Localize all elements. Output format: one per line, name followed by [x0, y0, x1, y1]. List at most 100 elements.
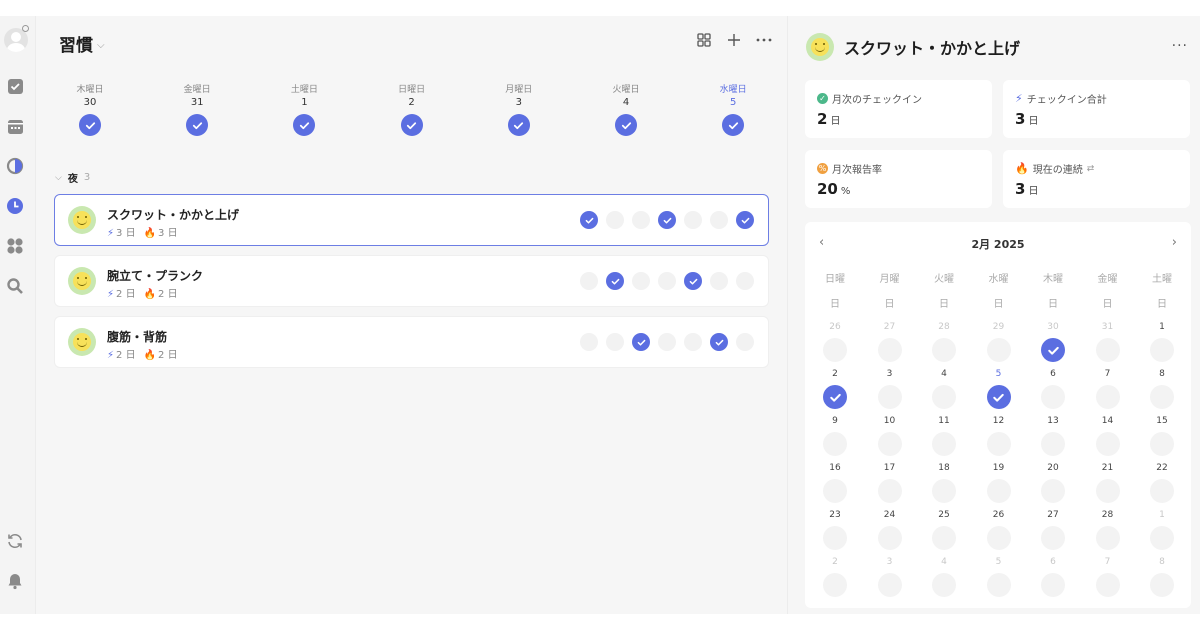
chevron-right-icon[interactable]: › — [1172, 235, 1177, 250]
more-icon[interactable]: ··· — [1172, 38, 1188, 54]
calendar-day[interactable]: 26 — [815, 322, 855, 362]
swap-icon[interactable]: ⇄ — [1087, 164, 1095, 174]
bell-icon[interactable] — [5, 571, 25, 591]
calendar-day[interactable]: 1 — [1142, 322, 1182, 362]
calendar-day[interactable]: 4 — [924, 369, 964, 409]
calendar-day[interactable]: 31 — [1088, 322, 1128, 362]
habit-day-toggle[interactable] — [658, 272, 676, 290]
calendar-day[interactable]: 26 — [979, 510, 1019, 550]
section-header-night[interactable]: ⌵ 夜 3 — [55, 170, 90, 185]
calendar-day-circle — [1095, 385, 1120, 409]
calendar-day[interactable]: 4 — [924, 557, 964, 597]
calendar-day[interactable]: 27 — [870, 322, 910, 362]
search-icon[interactable] — [5, 276, 25, 296]
page-header[interactable]: 習慣 ⌵ — [59, 31, 105, 56]
sync-icon[interactable] — [5, 531, 25, 551]
calendar-day[interactable]: 17 — [870, 463, 910, 503]
calendar-day[interactable]: 27 — [1033, 510, 1073, 550]
day-checkin-icon[interactable] — [79, 114, 101, 136]
habit-day-toggle[interactable] — [710, 211, 728, 229]
calendar-day-circle — [877, 385, 902, 409]
habit-day-toggle[interactable] — [736, 333, 754, 351]
habit-day-toggle[interactable] — [684, 211, 702, 229]
week-day[interactable]: 木曜日 30 — [60, 82, 120, 136]
habit-day-toggle[interactable] — [580, 333, 598, 351]
day-checkin-icon[interactable] — [186, 114, 209, 136]
habit-day-toggle[interactable] — [580, 272, 598, 290]
habit-day-toggle[interactable] — [736, 272, 754, 290]
pomodoro-icon[interactable] — [5, 156, 25, 176]
calendar-icon[interactable] — [5, 116, 25, 136]
calendar-day[interactable]: 8 — [1142, 557, 1182, 597]
calendar-day[interactable]: 14 — [1088, 416, 1128, 456]
calendar-day[interactable]: 19 — [979, 463, 1019, 503]
week-day[interactable]: 火曜日 4 — [596, 82, 656, 136]
habit-day-toggle[interactable] — [632, 211, 650, 229]
calendar-day[interactable]: 30 — [1033, 322, 1073, 362]
habit-day-toggle[interactable] — [736, 211, 754, 229]
apps-grid-icon[interactable] — [5, 236, 25, 256]
calendar-day[interactable]: 9 — [815, 416, 855, 456]
calendar-day-circle — [1041, 385, 1065, 409]
habit-day-toggle[interactable] — [606, 272, 624, 290]
day-checkin-icon[interactable] — [400, 114, 423, 136]
week-day[interactable]: 月曜日 3 — [489, 82, 549, 136]
habit-day-toggle[interactable] — [684, 333, 702, 351]
habit-day-toggle[interactable] — [606, 211, 624, 229]
add-icon[interactable] — [726, 32, 742, 48]
habit-day-toggle[interactable] — [632, 333, 650, 351]
calendar-day[interactable]: 3 — [870, 369, 910, 409]
calendar-day[interactable]: 15 — [1142, 416, 1182, 456]
calendar-day[interactable]: 22 — [1142, 463, 1182, 503]
habit-row[interactable]: 腕立て・プランク ⚡ 2 日 🔥 2 日 — [54, 255, 769, 307]
calendar-day[interactable]: 3 — [870, 557, 910, 597]
week-day[interactable]: 日曜日 2 — [382, 82, 442, 136]
habit-day-toggle[interactable] — [658, 211, 676, 229]
calendar-day[interactable]: 8 — [1142, 369, 1182, 409]
calendar-day[interactable]: 23 — [815, 510, 855, 550]
week-day[interactable]: 金曜日 31 — [167, 82, 227, 136]
calendar-day[interactable]: 10 — [870, 416, 910, 456]
week-day[interactable]: 水曜日 5 — [703, 82, 763, 136]
calendar-day[interactable]: 16 — [815, 463, 855, 503]
habit-row[interactable]: スクワット・かかと上げ ⚡ 3 日 🔥 3 日 — [54, 194, 769, 246]
habit-day-toggle[interactable] — [684, 272, 702, 290]
calendar-day[interactable]: 13 — [1033, 416, 1073, 456]
calendar-day[interactable]: 1 — [1142, 510, 1182, 550]
calendar-day[interactable]: 5 — [979, 369, 1019, 409]
task-check-icon[interactable] — [5, 76, 25, 96]
day-checkin-icon[interactable] — [293, 114, 316, 136]
calendar-day[interactable]: 24 — [870, 510, 910, 550]
habit-day-toggle[interactable] — [580, 211, 598, 229]
calendar-day[interactable]: 28 — [924, 322, 964, 362]
calendar-day[interactable]: 25 — [924, 510, 964, 550]
calendar-day[interactable]: 18 — [924, 463, 964, 503]
calendar-day[interactable]: 21 — [1088, 463, 1128, 503]
habit-clock-icon[interactable] — [5, 196, 25, 216]
habit-total: 3 日 — [116, 228, 136, 239]
week-day[interactable]: 土曜日 1 — [274, 82, 334, 136]
calendar-day[interactable]: 6 — [1033, 369, 1073, 409]
calendar-day[interactable]: 2 — [815, 369, 855, 409]
day-checkin-icon[interactable] — [722, 114, 745, 136]
calendar-day[interactable]: 7 — [1088, 369, 1128, 409]
habit-row[interactable]: 腹筋・背筋 ⚡ 2 日 🔥 2 日 — [54, 316, 769, 368]
calendar-day[interactable]: 11 — [924, 416, 964, 456]
calendar-day[interactable]: 7 — [1088, 557, 1128, 597]
calendar-day[interactable]: 12 — [979, 416, 1019, 456]
calendar-day[interactable]: 20 — [1033, 463, 1073, 503]
habit-day-toggle[interactable] — [606, 333, 624, 351]
habit-day-toggle[interactable] — [632, 272, 650, 290]
habit-day-toggle[interactable] — [658, 333, 676, 351]
day-checkin-icon[interactable] — [507, 114, 530, 136]
more-icon[interactable] — [756, 32, 772, 48]
grid-view-icon[interactable] — [696, 32, 712, 48]
calendar-day[interactable]: 6 — [1033, 557, 1073, 597]
calendar-day[interactable]: 5 — [979, 557, 1019, 597]
habit-day-toggle[interactable] — [710, 272, 728, 290]
day-checkin-icon[interactable] — [615, 114, 637, 136]
calendar-day[interactable]: 2 — [815, 557, 855, 597]
calendar-day[interactable]: 29 — [979, 322, 1019, 362]
habit-day-toggle[interactable] — [710, 333, 728, 351]
calendar-day[interactable]: 28 — [1088, 510, 1128, 550]
